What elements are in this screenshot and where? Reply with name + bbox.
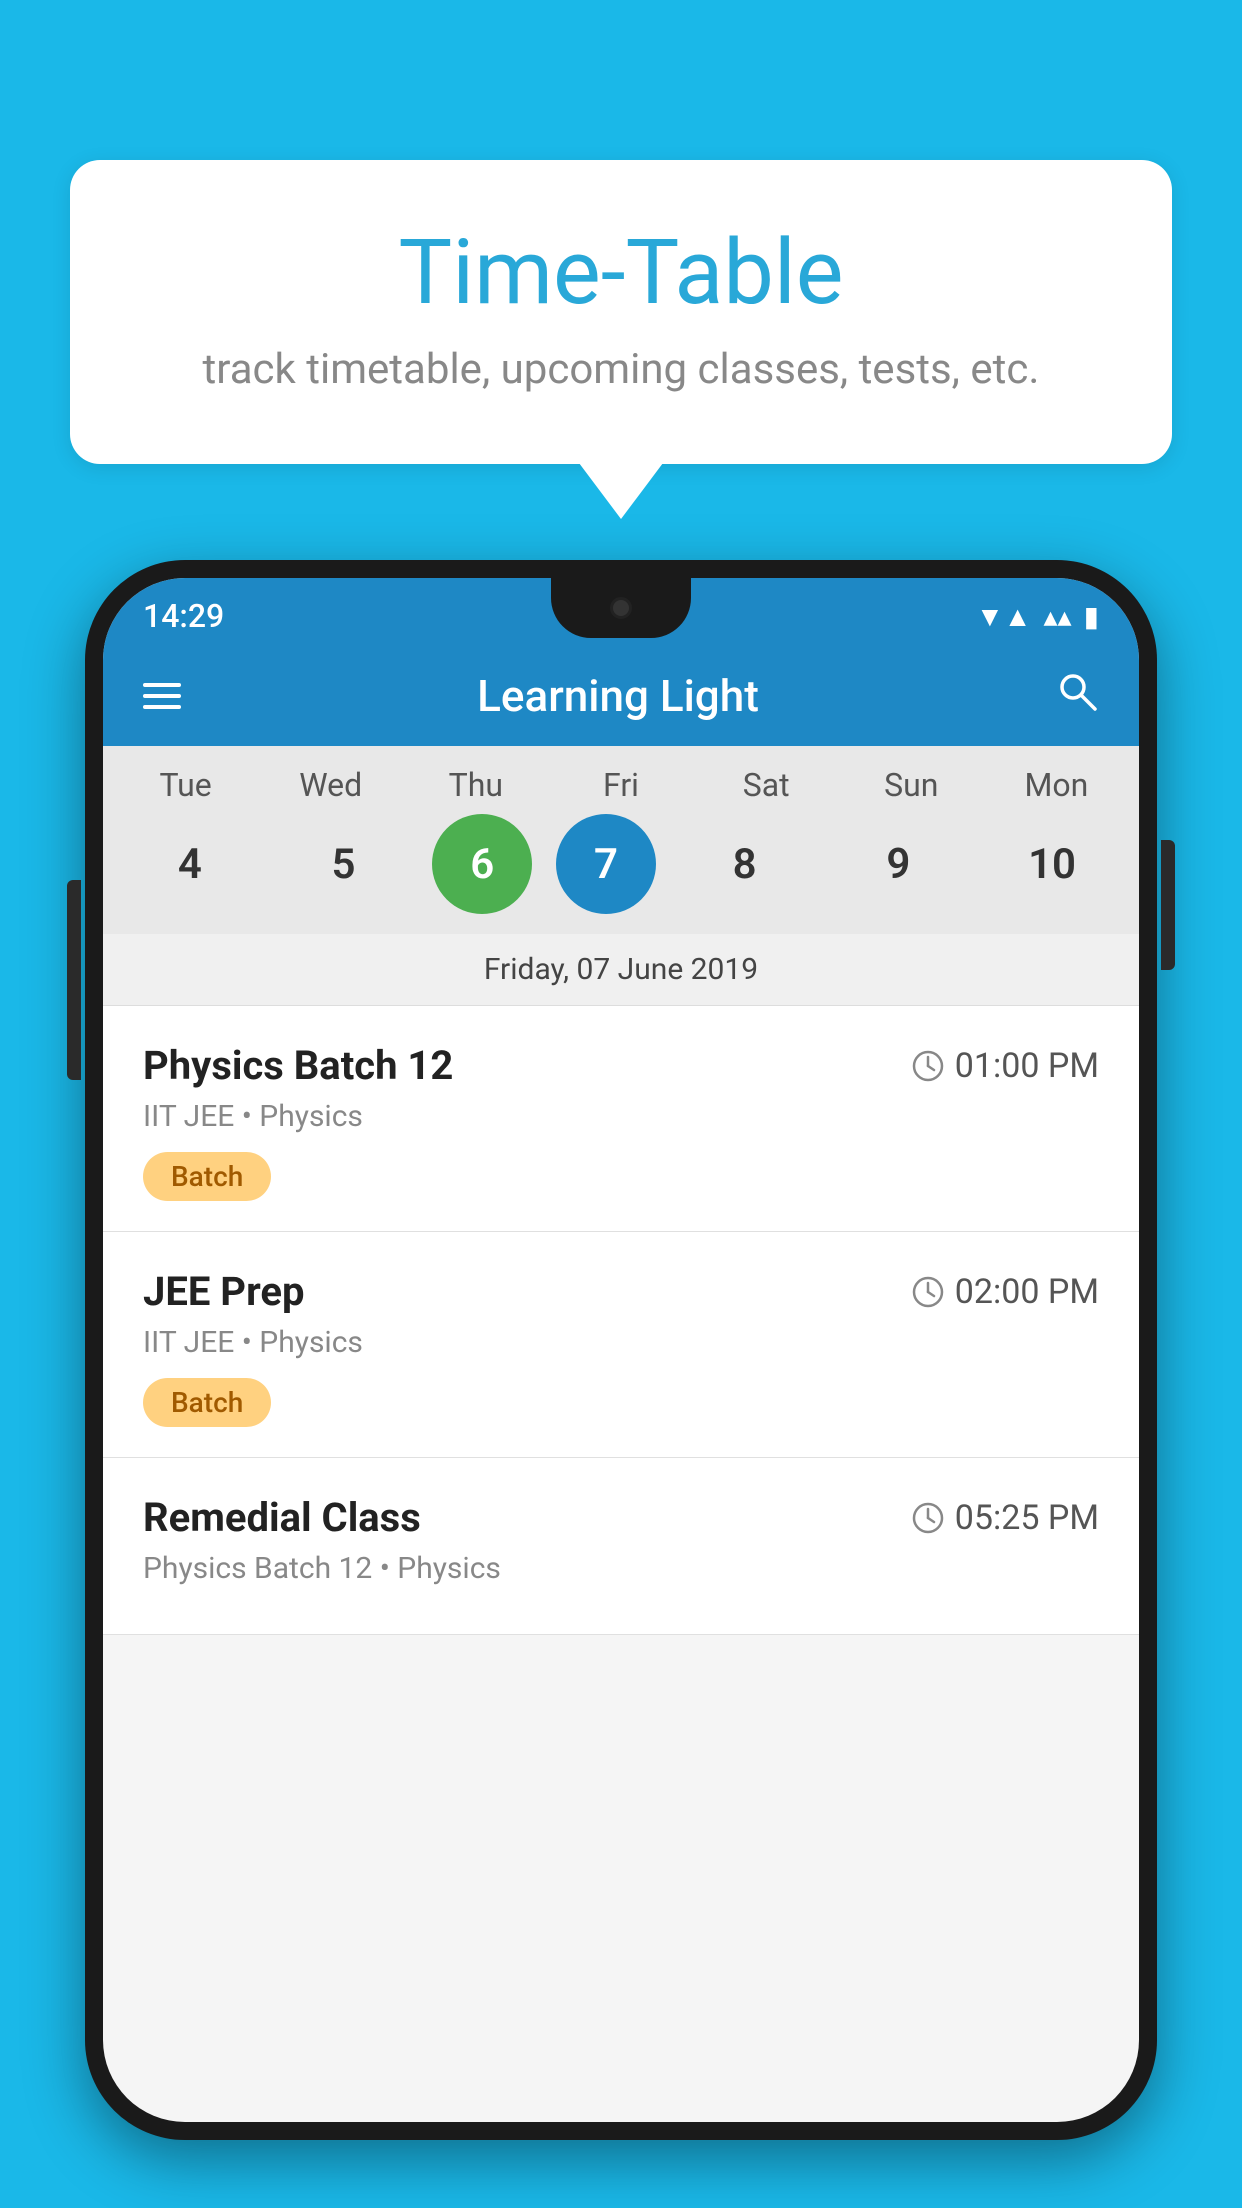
schedule-item-1-title: Physics Batch 12: [143, 1042, 453, 1089]
day-label-thu: Thu: [411, 766, 541, 804]
clock-icon-2: [911, 1275, 945, 1309]
clock-icon-1: [911, 1049, 945, 1083]
day-numbers: 4 5 6 7 8 9 10: [103, 814, 1139, 934]
signal-icon: ▴▴: [1043, 600, 1071, 633]
day-label-sat: Sat: [701, 766, 831, 804]
status-icons: ▼▲ ▴▴ ▮: [976, 600, 1099, 633]
schedule-item-2-time-text: 02:00 PM: [955, 1272, 1099, 1312]
schedule-item-2[interactable]: JEE Prep 02:00 PM IIT JEE • Physics Batc…: [103, 1232, 1139, 1458]
schedule-item-3-subtitle: Physics Batch 12 • Physics: [143, 1551, 1099, 1586]
schedule-item-1-time-text: 01:00 PM: [955, 1046, 1099, 1086]
calendar-strip: Tue Wed Thu Fri Sat Sun Mon 4 5 6 7 8 9 …: [103, 746, 1139, 1006]
status-time: 14:29: [143, 597, 224, 635]
camera: [610, 597, 632, 619]
hamburger-line-2: [143, 694, 181, 698]
schedule-item-1-subtitle: IIT JEE • Physics: [143, 1099, 1099, 1134]
schedule-item-3-title: Remedial Class: [143, 1494, 421, 1541]
selected-date-label: Friday, 07 June 2019: [103, 934, 1139, 1006]
speech-bubble-section: Time-Table track timetable, upcoming cla…: [70, 160, 1172, 464]
day-7-selected[interactable]: 7: [556, 814, 656, 914]
day-label-tue: Tue: [121, 766, 251, 804]
bubble-title: Time-Table: [150, 220, 1092, 325]
day-9[interactable]: 9: [833, 814, 963, 914]
day-labels: Tue Wed Thu Fri Sat Sun Mon: [103, 766, 1139, 814]
schedule-item-1-header: Physics Batch 12 01:00 PM: [143, 1042, 1099, 1089]
phone-frame: 14:29 ▼▲ ▴▴ ▮ Learning Light: [85, 560, 1157, 2140]
day-5[interactable]: 5: [279, 814, 409, 914]
phone-notch: [551, 578, 691, 638]
hamburger-line-1: [143, 683, 181, 687]
app-title: Learning Light: [211, 670, 1025, 722]
schedule-item-1[interactable]: Physics Batch 12 01:00 PM IIT JEE • Phys…: [103, 1006, 1139, 1232]
batch-badge-1: Batch: [143, 1152, 271, 1201]
bubble-subtitle: track timetable, upcoming classes, tests…: [150, 345, 1092, 394]
wifi-icon: ▼▲: [976, 600, 1031, 633]
speech-bubble: Time-Table track timetable, upcoming cla…: [70, 160, 1172, 464]
day-4[interactable]: 4: [125, 814, 255, 914]
schedule-list: Physics Batch 12 01:00 PM IIT JEE • Phys…: [103, 1006, 1139, 1635]
day-label-wed: Wed: [266, 766, 396, 804]
schedule-item-3[interactable]: Remedial Class 05:25 PM Physics Batch 12…: [103, 1458, 1139, 1635]
day-6-today[interactable]: 6: [432, 814, 532, 914]
schedule-item-2-title: JEE Prep: [143, 1268, 304, 1315]
phone-mockup: 14:29 ▼▲ ▴▴ ▮ Learning Light: [85, 560, 1157, 2208]
schedule-item-2-time: 02:00 PM: [911, 1272, 1099, 1312]
day-label-sun: Sun: [846, 766, 976, 804]
batch-badge-2: Batch: [143, 1378, 271, 1427]
battery-icon: ▮: [1084, 600, 1099, 633]
clock-icon-3: [911, 1501, 945, 1535]
search-button[interactable]: [1055, 669, 1099, 724]
hamburger-menu[interactable]: [143, 683, 181, 709]
app-header: Learning Light: [103, 646, 1139, 746]
day-10[interactable]: 10: [987, 814, 1117, 914]
schedule-item-3-time-text: 05:25 PM: [955, 1498, 1099, 1538]
schedule-item-2-header: JEE Prep 02:00 PM: [143, 1268, 1099, 1315]
schedule-item-1-time: 01:00 PM: [911, 1046, 1099, 1086]
schedule-item-3-time: 05:25 PM: [911, 1498, 1099, 1538]
day-8[interactable]: 8: [680, 814, 810, 914]
schedule-item-2-subtitle: IIT JEE • Physics: [143, 1325, 1099, 1360]
day-label-mon: Mon: [991, 766, 1121, 804]
hamburger-line-3: [143, 705, 181, 709]
day-label-fri: Fri: [556, 766, 686, 804]
phone-inner: 14:29 ▼▲ ▴▴ ▮ Learning Light: [103, 578, 1139, 2122]
schedule-item-3-header: Remedial Class 05:25 PM: [143, 1494, 1099, 1541]
